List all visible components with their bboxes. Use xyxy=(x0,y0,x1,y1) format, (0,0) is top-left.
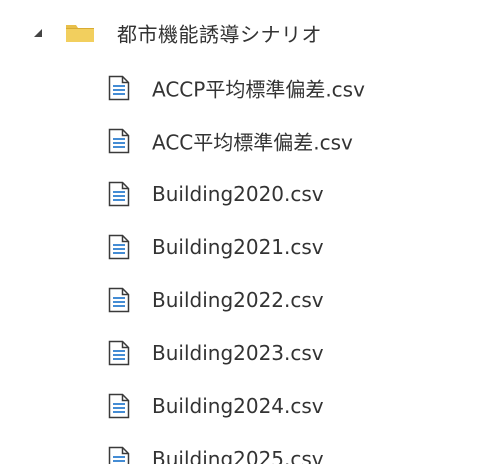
file-label: ACC平均標準偏差.csv xyxy=(152,130,353,154)
csv-file-icon xyxy=(108,75,130,101)
file-label: Building2024.csv xyxy=(152,393,324,418)
file-label: Building2021.csv xyxy=(152,234,324,259)
file-label: Building2023.csv xyxy=(152,340,324,365)
file-row[interactable]: ACCP平均標準偏差.csv xyxy=(0,61,491,114)
csv-file-icon xyxy=(108,181,130,207)
folder-label: 都市機能誘導シナリオ xyxy=(117,22,322,47)
file-label: ACCP平均標準偏差.csv xyxy=(152,77,365,101)
csv-file-icon xyxy=(108,234,130,260)
file-label: Building2020.csv xyxy=(152,181,324,206)
collapse-triangle-icon[interactable] xyxy=(31,26,45,40)
csv-file-icon xyxy=(108,393,130,419)
file-row[interactable]: ACC平均標準偏差.csv xyxy=(0,114,491,167)
catalog-tree: 都市機能誘導シナリオ ACCP平均標準偏差.csv ACC平均標準偏差.csv xyxy=(0,0,491,464)
csv-file-icon xyxy=(108,287,130,313)
csv-file-icon xyxy=(108,446,130,464)
file-label: Building2025.csv xyxy=(152,446,324,464)
file-row[interactable]: Building2023.csv xyxy=(0,326,491,379)
folder-row[interactable]: 都市機能誘導シナリオ xyxy=(0,7,491,59)
file-label: Building2022.csv xyxy=(152,287,324,312)
file-row[interactable]: Building2024.csv xyxy=(0,379,491,432)
file-row[interactable]: Building2021.csv xyxy=(0,220,491,273)
file-row[interactable]: Building2022.csv xyxy=(0,273,491,326)
csv-file-icon xyxy=(108,340,130,366)
folder-icon xyxy=(65,22,95,44)
file-row[interactable]: Building2025.csv xyxy=(0,432,491,464)
csv-file-icon xyxy=(108,128,130,154)
file-row[interactable]: Building2020.csv xyxy=(0,167,491,220)
